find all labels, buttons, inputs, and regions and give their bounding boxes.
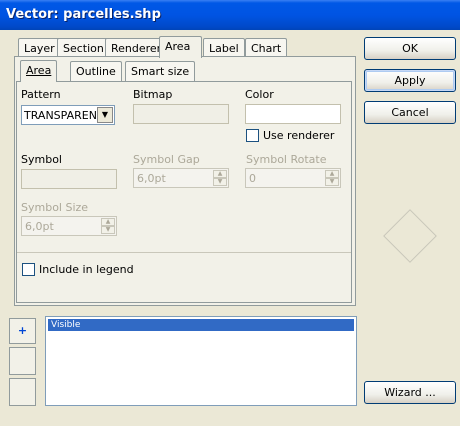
symbol-size-label: Symbol Size: [21, 201, 89, 214]
symbol-rotate-spinner[interactable]: 0 ▲ ▼: [245, 168, 341, 188]
symbol-size-value: 6,0pt: [25, 220, 54, 233]
subtab-smart-size[interactable]: Smart size: [125, 61, 196, 81]
tab-renderer[interactable]: Renderer: [105, 38, 168, 58]
color-label: Color: [245, 88, 274, 101]
bitmap-button[interactable]: [133, 104, 229, 124]
tab-area[interactable]: Area: [159, 36, 202, 58]
symbol-gap-label: Symbol Gap: [133, 153, 200, 166]
bitmap-label: Bitmap: [133, 88, 173, 101]
window-title: Vector: parcelles.shp: [0, 0, 460, 30]
list-item[interactable]: Visible: [48, 319, 354, 331]
tab-label[interactable]: Label: [203, 38, 245, 58]
tab-chart-label: Chart: [251, 42, 282, 55]
subtab-area-label: Area: [26, 64, 52, 77]
include-legend-label: Include in legend: [39, 263, 134, 276]
subtab-smart-size-label: Smart size: [131, 65, 190, 78]
tab-label-label: Label: [209, 42, 239, 55]
wizard-button[interactable]: Wizard ...: [364, 381, 456, 404]
diamond-preview-icon: [383, 209, 437, 263]
symbol-label: Symbol: [21, 153, 62, 166]
subtab-area[interactable]: Area: [20, 60, 58, 82]
vector-properties-window: Vector: parcelles.shp Layer Section Rend…: [0, 0, 460, 426]
side-button-2[interactable]: [9, 347, 36, 375]
spin-down-icon[interactable]: ▼: [213, 178, 227, 186]
side-button-3[interactable]: [9, 378, 36, 406]
subtab-outline-label: Outline: [76, 65, 116, 78]
ok-button[interactable]: OK: [364, 37, 456, 60]
apply-button[interactable]: Apply: [364, 69, 456, 92]
tab-area-label: Area: [165, 40, 191, 53]
pattern-select-value: TRANSPAREN: [24, 109, 97, 122]
cancel-button[interactable]: Cancel: [364, 101, 456, 124]
tab-section-label: Section: [63, 42, 104, 55]
symbol-size-spinner[interactable]: 6,0pt ▲ ▼: [21, 216, 117, 236]
symbol-button[interactable]: [21, 169, 117, 189]
use-renderer-checkbox[interactable]: [246, 129, 259, 142]
symbol-rotate-value: 0: [249, 172, 256, 185]
symbol-gap-spinner[interactable]: 6,0pt ▲ ▼: [133, 168, 229, 188]
tab-chart[interactable]: Chart: [245, 38, 288, 58]
tab-renderer-label: Renderer: [111, 42, 162, 55]
subtab-outline[interactable]: Outline: [70, 61, 122, 81]
spin-up-icon[interactable]: ▲: [101, 218, 115, 226]
spin-up-icon[interactable]: ▲: [213, 170, 227, 178]
use-renderer-label: Use renderer: [263, 129, 335, 142]
tab-layer-label: Layer: [24, 42, 55, 55]
chevron-down-icon[interactable]: ▼: [97, 107, 113, 123]
include-legend-checkbox[interactable]: [22, 263, 35, 276]
renderer-list[interactable]: Visible: [45, 316, 357, 406]
spin-up-icon[interactable]: ▲: [325, 170, 339, 178]
tab-section[interactable]: Section: [57, 38, 110, 58]
color-button[interactable]: [245, 104, 341, 124]
pattern-select[interactable]: TRANSPAREN ▼: [21, 105, 115, 125]
add-button[interactable]: +: [9, 318, 36, 344]
pattern-label: Pattern: [21, 88, 61, 101]
symbol-gap-value: 6,0pt: [137, 172, 166, 185]
divider: [17, 252, 351, 253]
spin-down-icon[interactable]: ▼: [101, 226, 115, 234]
spin-down-icon[interactable]: ▼: [325, 178, 339, 186]
tab-layer[interactable]: Layer: [18, 38, 61, 58]
symbol-rotate-label: Symbol Rotate: [246, 153, 327, 166]
